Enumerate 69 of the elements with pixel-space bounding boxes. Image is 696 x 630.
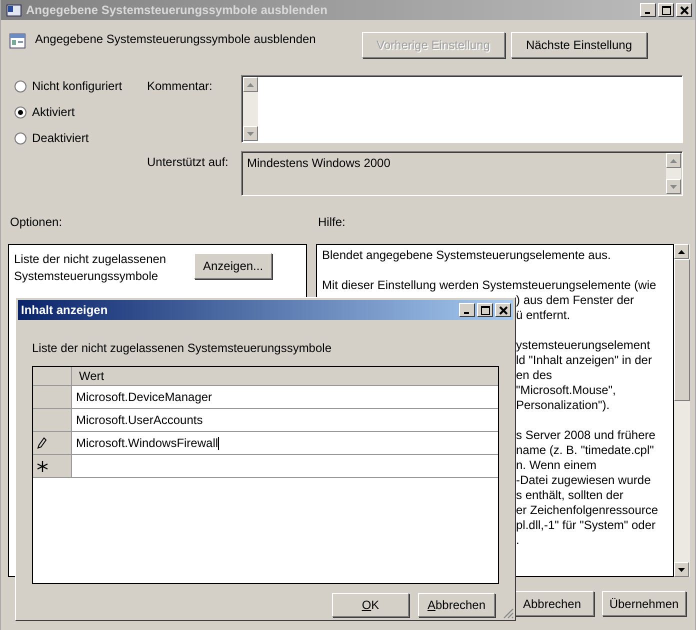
help-text-line: n. Wenn einem [516, 458, 596, 473]
window-title: Angegebene Systemsteuerungssymbole ausblenden [26, 3, 328, 17]
scroll-up-button[interactable] [674, 244, 689, 259]
policy-heading: Angegebene Systemsteuerungssymbole ausblenden [35, 32, 316, 46]
row-header[interactable] [33, 455, 72, 477]
resize-grip-icon[interactable] [502, 607, 514, 619]
help-text-line: en des [516, 368, 552, 383]
help-text-line: pl.dll,-1" für "System" oder [516, 518, 656, 533]
maximize-icon [480, 306, 490, 314]
text-cursor [218, 436, 220, 450]
help-text-line: -Datei zugewiesen wurde [516, 473, 651, 488]
down-arrow-icon [247, 132, 254, 136]
dialog-button[interactable]: OK [332, 593, 409, 617]
help-text-line: ü entfernt. [516, 308, 570, 323]
dialog-title: Inhalt anzeigen [21, 303, 109, 317]
dialog-button[interactable]: Abbrechen [418, 593, 495, 617]
column-header[interactable]: Wert [72, 367, 498, 385]
radio-label: Nicht konfiguriert [32, 79, 122, 93]
help-label: Hilfe: [318, 215, 346, 231]
down-arrow-icon [678, 568, 685, 572]
scrollbar[interactable] [674, 244, 690, 577]
options-label: Optionen: [10, 215, 64, 231]
radio-label: Deaktiviert [32, 131, 89, 145]
comment-label: Kommentar: [147, 78, 214, 95]
maximize-button[interactable] [658, 3, 674, 17]
table-cell[interactable]: Microsoft.DeviceManager [72, 386, 498, 408]
help-text-line: . [516, 533, 520, 548]
close-icon [680, 6, 688, 14]
minimize-button[interactable] [640, 3, 656, 17]
supported-value: Mindestens Windows 2000 [246, 155, 392, 172]
maximize-button[interactable] [477, 303, 493, 317]
help-text-line: s Server 2008 und frühere [516, 428, 656, 443]
maximize-icon [662, 6, 670, 14]
scroll-down-button[interactable] [674, 562, 689, 577]
help-text-line: er Zeichenfolgenressource [516, 503, 658, 518]
close-button[interactable] [495, 303, 511, 317]
dialog-button[interactable]: Übernehmen [602, 591, 686, 616]
up-arrow-icon [247, 82, 254, 86]
setting-nav-button[interactable]: Nächste Einstellung [510, 32, 647, 58]
table-cell[interactable]: Microsoft.UserAccounts [72, 409, 498, 431]
radio-button[interactable] [14, 132, 27, 144]
table-cell[interactable]: Microsoft.WindowsFirewall [72, 432, 498, 454]
show-button[interactable]: Anzeigen... [194, 253, 272, 279]
scroll-thumb[interactable] [674, 259, 690, 401]
help-text-line: s enthält, sollten der [516, 488, 624, 503]
policy-icon [9, 32, 27, 50]
minimize-button[interactable] [459, 303, 475, 317]
option-label: Liste der nicht zugelassenen Systemsteuerungssymbole [14, 251, 168, 285]
help-text-line: "Microsoft.Mouse", [516, 383, 616, 398]
list-label: Liste der nicht zugelassenen Systemsteuerungssymbole [32, 341, 332, 355]
help-text-line: ld "Inhalt anzeigen" in der [516, 353, 652, 368]
help-text-line: Blendet angegebene Systemsteuerungselemente aus. [322, 248, 611, 263]
help-text-line: ) aus dem Fenster der [516, 293, 634, 308]
close-icon [498, 306, 508, 314]
row-header[interactable] [33, 432, 72, 454]
radio-label: Aktiviert [32, 105, 75, 119]
up-arrow-icon [678, 250, 685, 254]
down-arrow-icon [670, 184, 677, 188]
help-text-line: Personalization"). [516, 398, 610, 413]
help-text-line: ystemsteuerungselement [516, 338, 650, 353]
close-button[interactable] [676, 3, 692, 17]
comment-field[interactable] [241, 75, 683, 143]
window-icon [6, 3, 22, 17]
help-text-line: Mit dieser Einstellung werden Systemsteuerungselemente (wie [322, 278, 656, 293]
radio-button[interactable] [14, 106, 27, 118]
supported-label: Unterstützt auf: [147, 154, 230, 171]
radio-button[interactable] [14, 80, 27, 92]
up-arrow-icon [670, 158, 677, 162]
help-text-line: name (z. B. "timedate.cpl" [516, 443, 654, 458]
